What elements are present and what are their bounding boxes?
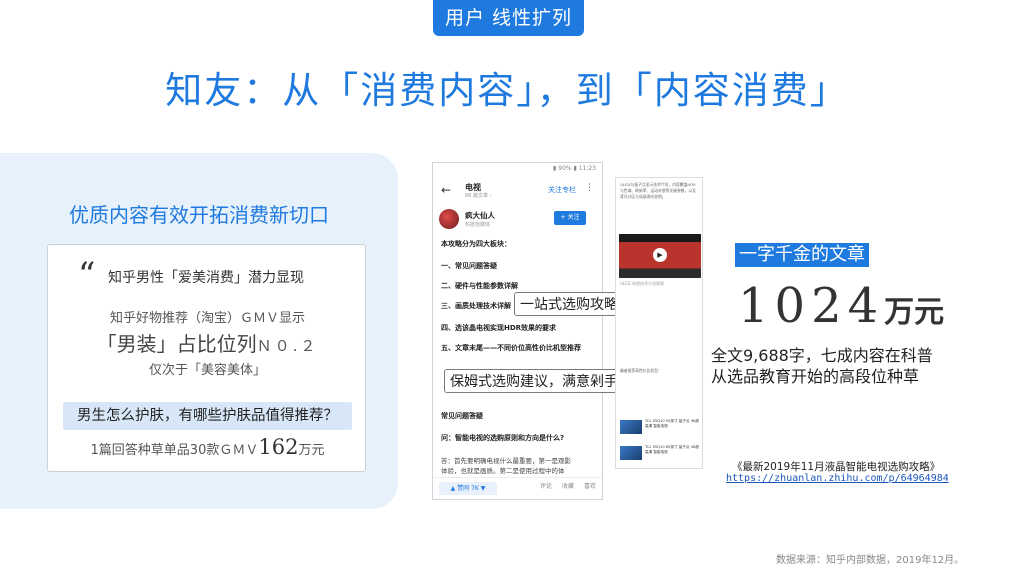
- article-line: 体验，也就是画质。第二是使用过程中的体: [441, 467, 565, 475]
- product-card[interactable]: TCL 55Q10 65英寸 量子点 4K超高清 智能电视: [620, 442, 700, 464]
- product-title: TCL 55Q10 65英寸 量子点 4K超高清 智能电视: [645, 445, 699, 454]
- article-line: 常见问题答疑: [441, 412, 483, 420]
- play-icon[interactable]: ▶: [653, 248, 667, 262]
- video-caption: ULED 电视技术介绍视频: [620, 281, 665, 286]
- stat-second-to: 仅次于「美容美体」: [148, 363, 266, 378]
- article-paragraph: 编者推荐高性价比机型：: [620, 368, 662, 373]
- big-count: 1024万元: [738, 278, 944, 334]
- article-line: 答：首先要明确电视什么最重要，第一是观影: [441, 457, 571, 465]
- stat-rank-value: Ｎ０.２: [256, 337, 319, 355]
- stat-answer-gmv: 1篇回答种草单品30款ＧＭＶ162万元: [48, 435, 367, 459]
- summary-line: 从选品教育开始的高段位种草: [711, 367, 920, 386]
- phone-screenshot: ▮ 90% ▮ 11:23 ← 电视 88 篇文章 › 关注专栏 ⋮ 疯大仙人 …: [432, 162, 603, 500]
- summary-line: 全文9,688字，七成内容在科普: [711, 346, 933, 365]
- data-source-note: 数据来源：知乎内部数据，2019年12月。: [776, 555, 965, 566]
- avatar[interactable]: [439, 209, 459, 229]
- product-title: TCL 55Q10 55英寸 量子点 4K超高清 智能电视: [645, 419, 699, 428]
- stat-menswear-text: 「男装」占比位列: [96, 332, 257, 356]
- product-image: [620, 446, 642, 460]
- status-bar: ▮ 90% ▮ 11:23: [553, 165, 596, 172]
- column-subtitle[interactable]: 88 篇文章 ›: [465, 192, 492, 199]
- page-title: 知友：从「消费内容」，到「内容消费」: [165, 69, 849, 112]
- author-name[interactable]: 疯大仙人: [465, 210, 495, 221]
- stat-menswear-rank: 「男装」占比位列Ｎ０.２: [48, 328, 367, 357]
- article-line: 五、文章末尾——不同价位高性价比机型推荐: [441, 344, 581, 352]
- quote-icon: “: [78, 255, 96, 295]
- reference-title: 《最新2019年11月液晶智能电视选购攻略》: [732, 461, 941, 473]
- article-line: 三、画质处理技术详解: [441, 302, 511, 310]
- bottom-actions: 评论 收藏 喜欢: [540, 481, 596, 490]
- panel-title: 优质内容有效开拓消费新切口: [69, 203, 329, 227]
- count-number: 1024: [738, 278, 885, 334]
- product-image: [620, 420, 642, 434]
- heart-icon[interactable]: 喜欢: [584, 481, 596, 490]
- quote-card: “ 知乎男性「爱美消费」潜力显现 知乎好物推荐（淘宝）ＧＭＶ显示 「男装」占比位…: [47, 244, 366, 472]
- article-screenshot: QLED与量子点显示技术介绍，内容覆盖HDR与色域、刷新率、运动补偿等关键参数，…: [615, 177, 703, 469]
- article-line: 本攻略分为四大板块：: [441, 240, 511, 248]
- section-badge: 用户 线性扩列: [433, 0, 584, 36]
- more-icon[interactable]: ⋮: [585, 183, 594, 193]
- article-line: 二、硬件与性能参数详解: [441, 282, 518, 290]
- phone-bottom-bar: ▲ 赞同 7K ▼ 评论 收藏 喜欢: [433, 477, 602, 499]
- callout-advice: 保姆式选购建议，满意剁手: [444, 369, 624, 393]
- author-row: 疯大仙人 科技自媒体 + 关注: [439, 209, 596, 233]
- headline-banner: 一字千金的文章: [735, 243, 869, 267]
- upvote-button[interactable]: ▲ 赞同 7K ▼: [439, 482, 497, 495]
- stat-answer-number: 162: [258, 435, 299, 459]
- question-box: 男生怎么护肤，有哪些护肤品值得推荐？: [63, 402, 352, 430]
- phone-nav: ← 电视 88 篇文章 › 关注专栏 ⋮: [439, 181, 596, 203]
- left-panel: 优质内容有效开拓消费新切口 “ 知乎男性「爱美消费」潜力显现 知乎好物推荐（淘宝…: [0, 153, 398, 509]
- stat-gmv-label: 知乎好物推荐（淘宝）ＧＭＶ显示: [109, 311, 305, 326]
- follow-column-link[interactable]: 关注专栏: [548, 185, 576, 195]
- product-card[interactable]: TCL 55Q10 55英寸 量子点 4K超高清 智能电视: [620, 416, 700, 438]
- reference-link[interactable]: https://zhuanlan.zhihu.com/p/64964984: [726, 473, 949, 484]
- summary: 全文9,688字，七成内容在科普 从选品教育开始的高段位种草: [711, 345, 933, 387]
- quote-headline: 知乎男性「爱美消费」潜力显现: [108, 270, 304, 286]
- article-line: 一、常见问题答疑: [441, 262, 497, 270]
- stat-answer-prefix: 1篇回答种草单品30款ＧＭＶ: [90, 443, 259, 458]
- video-thumbnail[interactable]: ▶: [619, 234, 701, 278]
- back-arrow-icon[interactable]: ←: [441, 183, 451, 197]
- follow-button[interactable]: + 关注: [554, 211, 586, 225]
- article-line: 问：智能电视的选购原则和方向是什么?: [441, 434, 565, 442]
- author-description: 科技自媒体: [465, 222, 491, 228]
- count-unit: 万元: [884, 295, 945, 330]
- article-paragraph: QLED与量子点显示技术介绍，内容覆盖HDR与色域、刷新率、运动补偿等关键参数，…: [620, 182, 696, 199]
- article-line: 四、选该晶电视实现HDR效果的要求: [441, 324, 557, 332]
- stat-answer-unit: 万元: [298, 443, 325, 458]
- comment-icon[interactable]: 评论: [540, 481, 552, 490]
- star-icon[interactable]: 收藏: [562, 481, 574, 490]
